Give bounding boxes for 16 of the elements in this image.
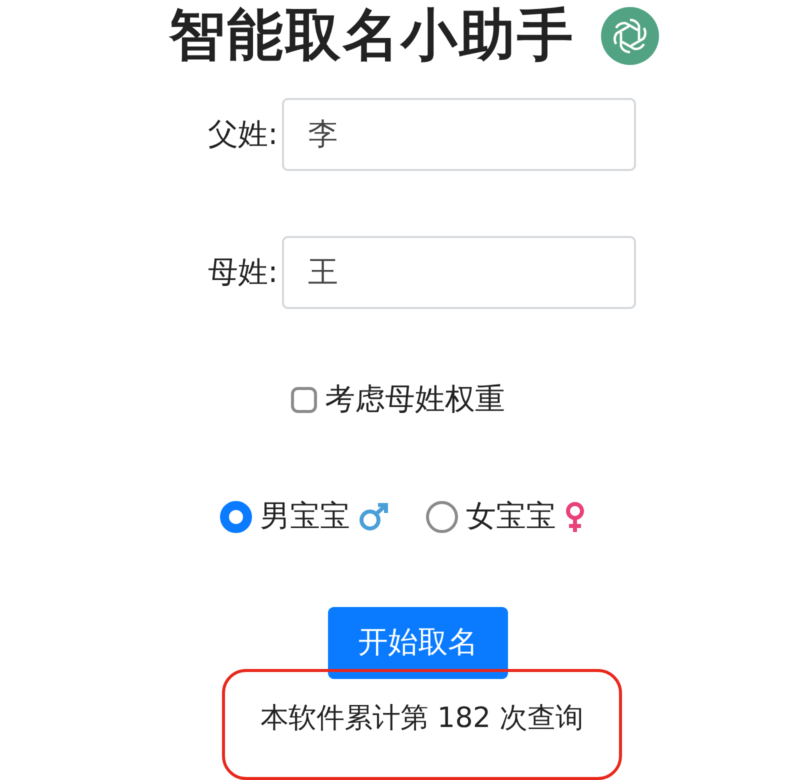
surname-field[interactable]: 王	[282, 236, 636, 309]
checkbox-label: 考虑母姓权重	[325, 381, 505, 419]
query-count-text: 本软件累计第 182 次查询	[260, 700, 584, 736]
field-label: 父姓:	[206, 116, 278, 154]
male-symbol-icon	[358, 502, 390, 532]
radio-button[interactable]	[426, 500, 458, 532]
field-label: 母姓:	[206, 254, 278, 292]
checkbox[interactable]	[291, 386, 317, 412]
radio-label: 女宝宝	[466, 498, 556, 536]
radio-label: 男宝宝	[260, 498, 350, 536]
surname-field[interactable]: 李	[282, 98, 636, 171]
female-symbol-icon	[564, 500, 586, 532]
radio-button[interactable]	[220, 500, 252, 532]
app-title: 智能取名小助手	[169, 2, 575, 70]
start-button[interactable]: 开始取名	[328, 607, 508, 679]
knot-logo-icon	[601, 7, 659, 65]
